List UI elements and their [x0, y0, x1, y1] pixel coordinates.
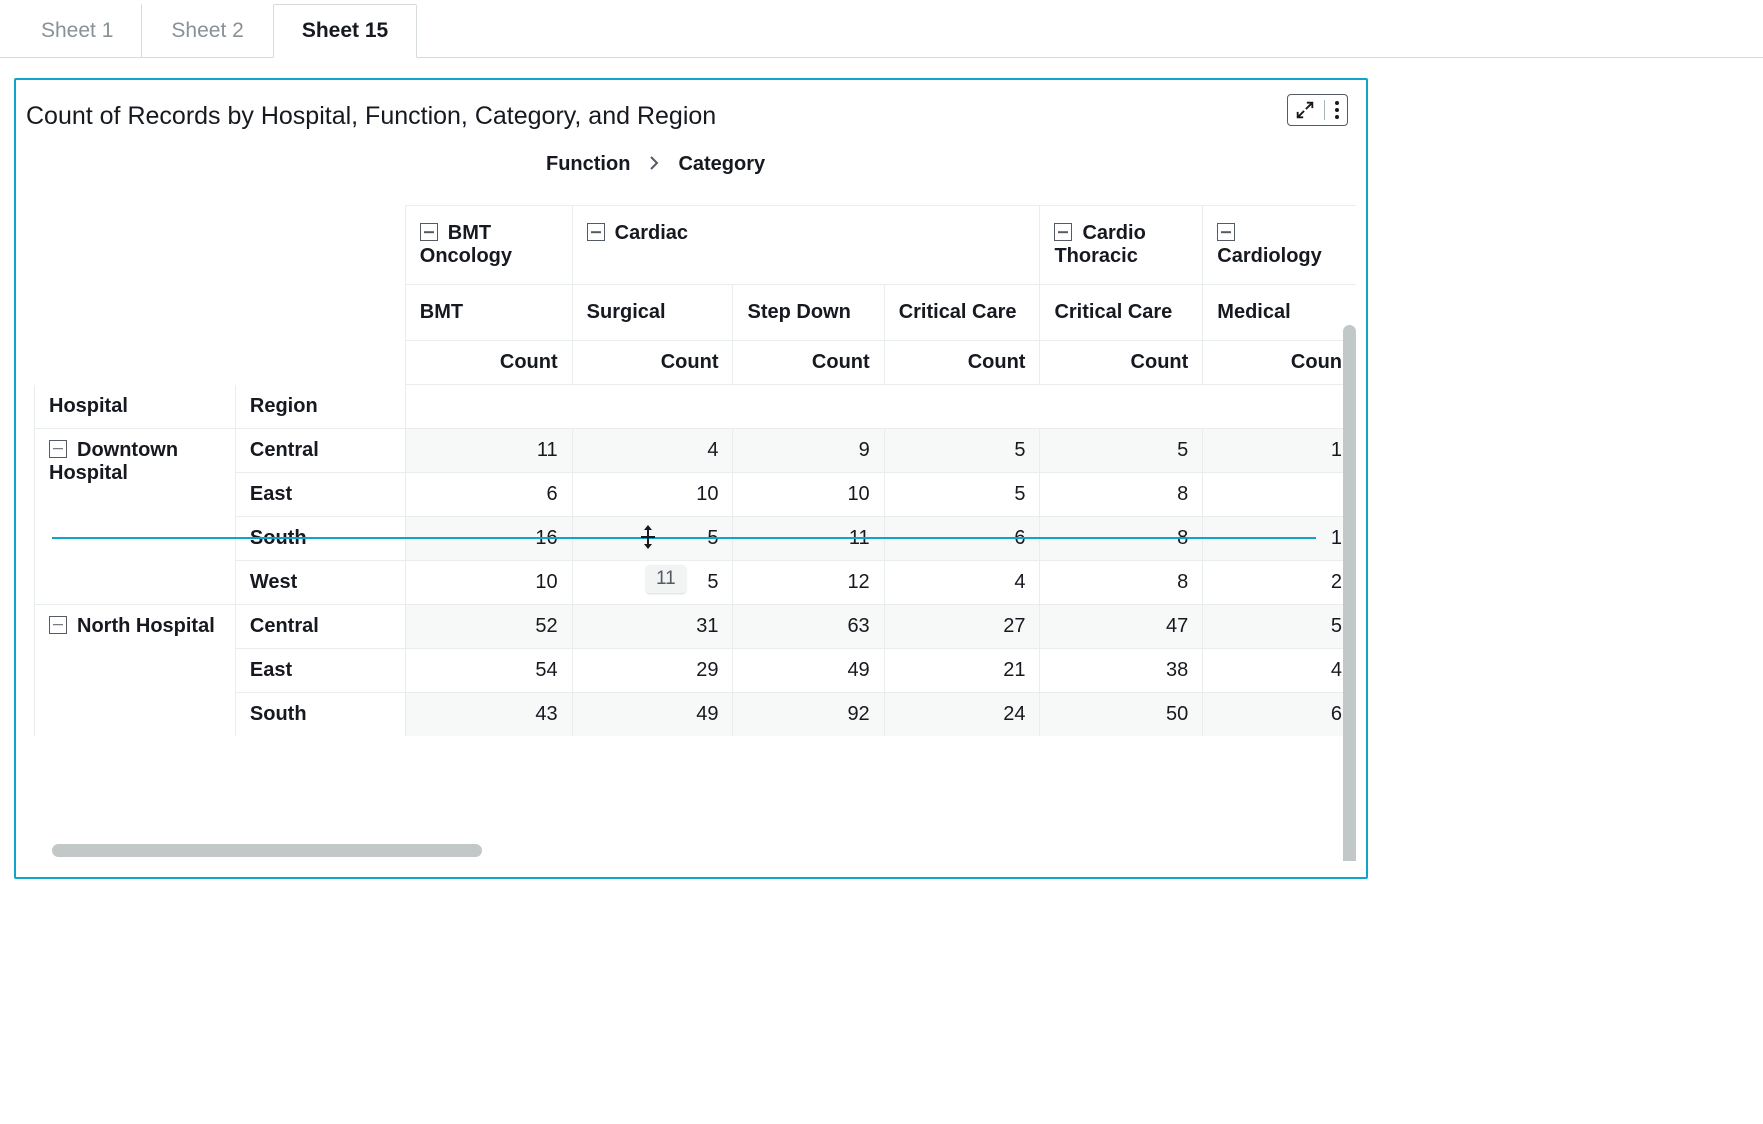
data-cell: 21	[884, 648, 1040, 692]
region-cell[interactable]: East	[235, 472, 405, 516]
minus-icon[interactable]	[49, 616, 67, 634]
func-label: Cardiac	[615, 222, 688, 244]
cat-critical-care-2[interactable]: Critical Care	[1040, 285, 1203, 341]
data-cell: 27	[884, 604, 1040, 648]
data-cell: 5	[1203, 604, 1356, 648]
hospital-label: North Hospital	[77, 615, 215, 637]
data-cell	[1203, 472, 1356, 516]
data-cell: 1	[1203, 428, 1356, 472]
row-resize-line[interactable]	[52, 537, 1316, 539]
cat-medical[interactable]: Medical	[1203, 285, 1356, 341]
row-dim-labels: Hospital Region	[35, 385, 1357, 429]
cat-surgical[interactable]: Surgical	[572, 285, 733, 341]
minus-icon[interactable]	[587, 223, 605, 241]
resize-tooltip: 11	[646, 565, 686, 593]
table-row: North Hospital Central 52 31 63 27 47 5	[35, 604, 1357, 648]
data-cell: 49	[572, 692, 733, 736]
region-cell[interactable]: South	[235, 692, 405, 736]
tab-sheet-2[interactable]: Sheet 2	[142, 4, 272, 58]
tab-sheet-15[interactable]: Sheet 15	[273, 4, 417, 58]
more-icon[interactable]	[1333, 99, 1341, 121]
data-cell: 29	[572, 648, 733, 692]
data-cell: 10	[405, 560, 572, 604]
region-cell[interactable]: Central	[235, 428, 405, 472]
data-cell: 49	[733, 648, 884, 692]
data-cell: 50	[1040, 692, 1203, 736]
hospital-cell[interactable]: Downtown Hospital	[35, 428, 236, 604]
tab-sheet-1[interactable]: Sheet 1	[12, 4, 142, 58]
data-cell: 11	[405, 428, 572, 472]
dim-region[interactable]: Region	[235, 385, 405, 429]
region-cell[interactable]: East	[235, 648, 405, 692]
pivot-table: BMT Oncology Cardiac Cardio Thoracic Car…	[34, 205, 1356, 736]
row-resize-cursor-icon	[632, 521, 664, 553]
func-label: Cardiology	[1217, 245, 1321, 267]
minus-icon[interactable]	[1217, 223, 1235, 241]
horizontal-scrollbar[interactable]	[52, 844, 482, 857]
measure-count: Count	[572, 341, 733, 385]
sheet-tabs: Sheet 1 Sheet 2 Sheet 15	[0, 0, 1763, 58]
table-row: Downtown Hospital Central 11 4 9 5 5 1	[35, 428, 1357, 472]
data-cell: 31	[572, 604, 733, 648]
minus-icon[interactable]	[1054, 223, 1072, 241]
cat-step-down[interactable]: Step Down	[733, 285, 884, 341]
data-cell: 54	[405, 648, 572, 692]
data-cell: 6	[405, 472, 572, 516]
hospital-cell[interactable]: North Hospital	[35, 604, 236, 736]
data-cell: 12	[733, 560, 884, 604]
visual-panel: Count of Records by Hospital, Function, …	[14, 78, 1368, 879]
data-cell: 2	[1203, 560, 1356, 604]
func-cardiac[interactable]: Cardiac	[572, 206, 1040, 285]
data-cell: 38	[1040, 648, 1203, 692]
data-cell: 43	[405, 692, 572, 736]
func-cardiology[interactable]: Cardiology	[1203, 206, 1356, 285]
chevron-right-icon	[648, 154, 660, 175]
data-cell: 5	[884, 428, 1040, 472]
data-cell: 8	[1040, 472, 1203, 516]
data-cell: 92	[733, 692, 884, 736]
measure-count: Count	[1040, 341, 1203, 385]
data-cell: 63	[733, 604, 884, 648]
hospital-label: Downtown Hospital	[49, 439, 178, 484]
measure-count: Count	[884, 341, 1040, 385]
func-bmt-oncology[interactable]: BMT Oncology	[405, 206, 572, 285]
data-cell: 52	[405, 604, 572, 648]
region-cell[interactable]: West	[235, 560, 405, 604]
data-cell: 10	[572, 472, 733, 516]
measure-count: Count	[733, 341, 884, 385]
toolbar-separator	[1324, 100, 1325, 120]
data-cell: 4	[572, 428, 733, 472]
cat-critical-care[interactable]: Critical Care	[884, 285, 1040, 341]
visual-title: Count of Records by Hospital, Function, …	[16, 80, 1366, 153]
breadcrumb-function[interactable]: Function	[546, 153, 630, 176]
data-cell: 9	[733, 428, 884, 472]
data-cell: 4	[884, 560, 1040, 604]
minus-icon[interactable]	[420, 223, 438, 241]
data-cell: 24	[884, 692, 1040, 736]
dim-hospital[interactable]: Hospital	[35, 385, 236, 429]
breadcrumb-category[interactable]: Category	[678, 153, 765, 176]
data-cell: 8	[1040, 560, 1203, 604]
cat-bmt[interactable]: BMT	[405, 285, 572, 341]
pivot-table-container: BMT Oncology Cardiac Cardio Thoracic Car…	[34, 205, 1356, 861]
region-cell[interactable]: Central	[235, 604, 405, 648]
expand-icon[interactable]	[1294, 99, 1316, 121]
measure-count: Coun	[1203, 341, 1356, 385]
data-cell: 5	[884, 472, 1040, 516]
vertical-scrollbar[interactable]	[1343, 325, 1356, 861]
header-row-function: BMT Oncology Cardiac Cardio Thoracic Car…	[35, 206, 1357, 285]
column-breadcrumb: Function Category	[16, 153, 1366, 176]
data-cell: 10	[733, 472, 884, 516]
measure-count: Count	[405, 341, 572, 385]
minus-icon[interactable]	[49, 440, 67, 458]
visual-toolbar	[1287, 94, 1348, 126]
func-cardio-thoracic[interactable]: Cardio Thoracic	[1040, 206, 1203, 285]
data-cell: 4	[1203, 648, 1356, 692]
data-cell: 5	[1040, 428, 1203, 472]
data-cell: 47	[1040, 604, 1203, 648]
data-cell: 6	[1203, 692, 1356, 736]
